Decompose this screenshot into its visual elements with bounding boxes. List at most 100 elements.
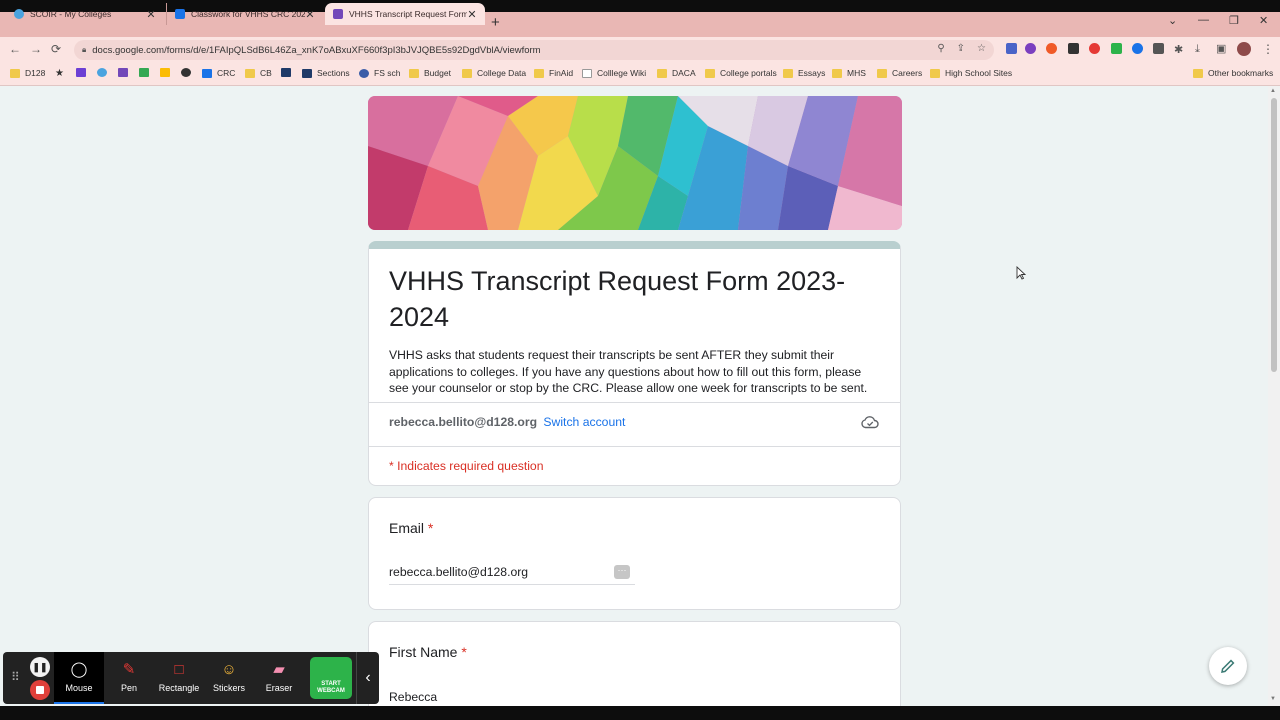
collapse-chevron-icon[interactable]: ‹ [356,652,379,704]
extension-icon[interactable] [1046,43,1057,54]
new-tab-button[interactable]: + [491,14,500,31]
bookmark-b[interactable] [181,68,196,77]
form-description: VHHS asks that students request their tr… [389,348,868,395]
bookmark-crc[interactable]: CRC [202,68,235,78]
extensions-puzzle-icon[interactable]: ✱ [1174,43,1183,56]
minimize-button[interactable]: — [1198,14,1209,26]
bookmark-star[interactable]: ★ [55,68,64,79]
bookmark-careers[interactable]: Careers [877,68,922,78]
bookmark-fs-sch[interactable]: FS sch [359,68,400,78]
zoom-icon[interactable]: ⚲ [937,43,944,54]
bookmark-label: D128 [25,68,46,78]
bookmark-high-school-sites[interactable]: High School Sites [930,68,1012,78]
close-window-button[interactable]: ✕ [1259,14,1268,27]
star-icon: ★ [55,68,64,79]
bookmark-label: College Data [477,68,527,78]
scroll-up-icon[interactable]: ▲ [1270,88,1276,94]
lock-icon: 🔒︎ [82,45,87,54]
bookmark-d128[interactable]: D128 [10,68,45,78]
folder-icon [462,68,472,78]
question-card-first-name: First Name * Rebecca [368,621,901,706]
drag-handle-icon[interactable]: ⠿ [11,670,20,684]
reload-icon[interactable]: ⟳ [51,42,61,56]
extension-icon[interactable] [1132,43,1143,54]
cloud-save-icon [861,415,879,434]
bookmark-college-data[interactable]: College Data [462,68,526,78]
edit-pencil-button[interactable] [1209,647,1247,685]
extension-icon[interactable] [1025,43,1036,54]
browser-tab-scoir[interactable]: SCOIR - My Colleges ✕ [6,3,164,25]
bookmark-essays[interactable]: Essays [783,68,825,78]
side-panel-icon[interactable]: ▣ [1216,42,1226,55]
screen-bottom-strip [0,706,1280,720]
bookmark-v[interactable] [76,68,91,77]
first-name-field[interactable]: Rebecca [389,690,635,706]
screen-recorder-toolbar: ⠿ ❚❚ ◯ Mouse ✎ Pen □ Rectangle ☺ Sticker… [3,652,379,704]
autofill-key-icon[interactable]: ··· [614,565,630,579]
extension-icon[interactable] [1111,43,1122,54]
bookmark-sections[interactable]: Sections [302,68,350,78]
bookmark-finaid[interactable]: FinAid [534,68,573,78]
menu-kebab-icon[interactable]: ⋮ [1262,42,1274,56]
bookmark-analytics[interactable] [139,68,154,77]
close-tab-icon[interactable]: ✕ [467,8,477,21]
bookmark-mhs[interactable]: MHS [832,68,866,78]
question-label: First Name * [389,644,467,660]
sis-icon [302,68,312,78]
download-icon[interactable]: ⤓ [1195,43,1200,56]
browser-tab-transcript-form[interactable]: VHHS Transcript Request Form 2... ✕ [325,3,485,25]
scroll-down-icon[interactable]: ▼ [1270,696,1276,702]
extension-icon[interactable] [1153,43,1164,54]
form-header-image [368,96,902,230]
pen-tool[interactable]: ✎ Pen [104,652,154,704]
folder-icon [409,68,419,78]
bookmark-budget[interactable]: Budget [409,68,451,78]
forward-arrow-icon[interactable]: → [30,42,42,56]
mouse-tool[interactable]: ◯ Mouse [54,652,104,704]
bookmark-drive[interactable] [160,68,175,77]
extension-icon[interactable] [1068,43,1079,54]
address-bar[interactable]: 🔒︎ docs.google.com/forms/d/e/1FAIpQLSdB6… [74,40,994,60]
bookmark-forms[interactable] [118,68,133,77]
extension-icon[interactable] [1006,43,1017,54]
pause-button[interactable]: ❚❚ [30,657,50,677]
bookmark-label: College portals [720,68,777,78]
drive-icon [160,68,170,77]
switch-account-link[interactable]: Switch account [543,415,625,429]
bookmark-daca[interactable]: DACA [657,68,696,78]
tab-search-icon[interactable]: ⌄ [1168,14,1177,27]
bookmark-label: FinAid [549,68,574,78]
email-field[interactable]: rebecca.bellito@d128.org [389,565,635,585]
scrollbar-thumb[interactable] [1271,98,1277,372]
stickers-tool[interactable]: ☺ Stickers [204,652,254,704]
required-note: * Indicates required question [389,459,544,473]
page-scrollbar[interactable]: ▲ ▼ [1268,86,1280,706]
bookmark-college-wiki[interactable]: Colllege Wiki [582,68,646,78]
close-tab-icon[interactable]: ✕ [146,8,156,21]
bookmark-other-bookmarks[interactable]: Other bookmarks [1193,68,1273,78]
rectangle-tool[interactable]: □ Rectangle [154,652,204,704]
mouse-cursor-icon [1016,265,1027,285]
close-tab-icon[interactable]: ✕ [305,8,315,21]
bookmark-star-icon[interactable]: ☆ [977,43,986,54]
bookmark-label: Budget [424,68,451,78]
bookmark-loop[interactable] [97,68,112,77]
bookmark-sis[interactable] [281,68,296,77]
bookmark-label: Colllege Wiki [597,68,647,78]
share-icon[interactable]: ⇪ [957,43,965,54]
browser-tab-classwork[interactable]: Classwork for VHHS CRC 2024 Cl... ✕ [166,3,323,25]
cursor-icon: ◯ [70,661,88,678]
extension-icon[interactable] [1089,43,1100,54]
bookmark-cb[interactable]: CB [245,68,272,78]
back-arrow-icon[interactable]: ← [9,42,21,56]
bookmark-college-portals[interactable]: College portals [705,68,777,78]
folder-icon [10,68,20,78]
stop-button[interactable] [30,680,50,700]
pb-icon [582,68,592,78]
profile-avatar[interactable] [1237,42,1251,56]
webcam-label: START WEBCAM [317,681,345,694]
start-webcam-button[interactable]: START WEBCAM [310,657,352,699]
question-label: Email * [389,520,433,536]
eraser-tool[interactable]: ▰ Eraser [254,652,304,704]
restore-button[interactable]: ❐ [1229,14,1239,27]
